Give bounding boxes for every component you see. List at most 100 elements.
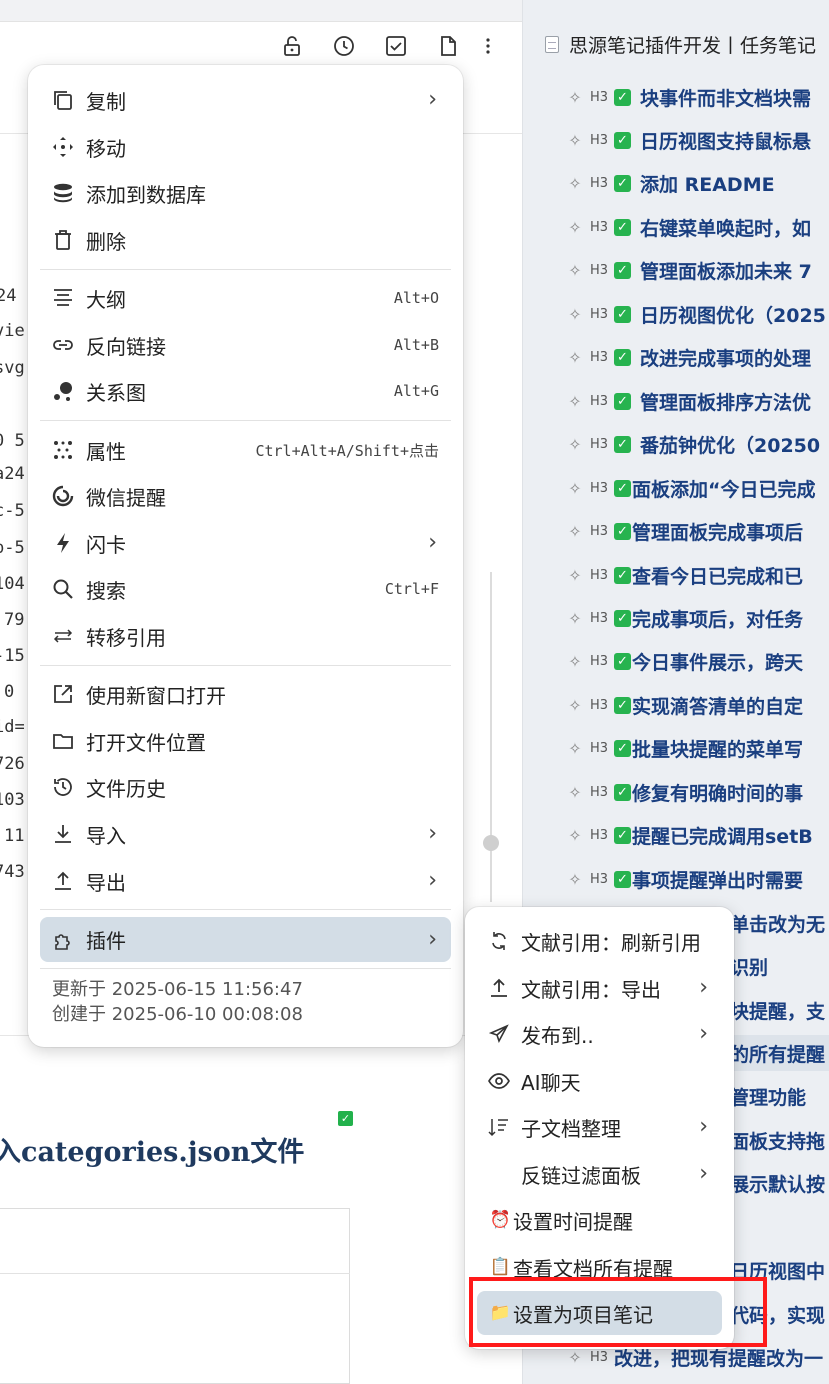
outline-item[interactable]: 单击改为无 — [730, 908, 829, 938]
outline-item[interactable]: 块提醒，支 — [730, 995, 829, 1025]
menu-item-open-file-location[interactable]: 打开文件位置 — [40, 721, 451, 761]
outline-item[interactable]: ✧ H3 ✓ 日历视图优化（2025 — [566, 299, 829, 329]
outline-item[interactable]: ✧ H3 ✓ 查看今日已完成和已 — [566, 560, 829, 590]
outline-item[interactable]: 识别 — [730, 951, 829, 981]
drag-handle-icon[interactable]: ✧ — [566, 870, 584, 889]
checkbox-checked-icon[interactable]: ✓ — [614, 435, 631, 453]
drag-handle-icon[interactable]: ✧ — [566, 609, 584, 628]
submenu-item-set-reminder[interactable]: ⏰ 设置时间提醒 — [477, 1198, 722, 1242]
outline-item[interactable]: ✧ H3 ✓ 修复有明确时间的事 — [566, 777, 829, 807]
drag-handle-icon[interactable]: ✧ — [566, 88, 584, 107]
clock-icon[interactable] — [318, 30, 370, 62]
drag-handle-icon[interactable]: ✧ — [566, 783, 584, 802]
submenu-item-subdoc-organize[interactable]: 子文档整理 › — [477, 1105, 722, 1149]
editor-scrollbar-thumb[interactable] — [483, 835, 499, 851]
drag-handle-icon[interactable]: ✧ — [566, 174, 584, 193]
menu-item-move[interactable]: 移动 — [40, 127, 451, 167]
checkbox-checked-icon[interactable]: ✓ — [614, 739, 631, 757]
document-icon[interactable] — [422, 30, 474, 62]
drag-handle-icon[interactable]: ✧ — [566, 1348, 584, 1367]
outline-item[interactable]: ✧ H3 ✓ 事项提醒弹出时需要 — [566, 864, 829, 894]
checkbox-checked-icon[interactable]: ✓ — [614, 652, 631, 670]
outline-item[interactable]: 管理功能 — [730, 1081, 829, 1111]
outline-item[interactable]: ✧ H3 ✓ 完成事项后，对任务 — [566, 603, 829, 633]
menu-item-copy[interactable]: 复制 › — [40, 80, 451, 120]
checkbox-checked-icon[interactable]: ✓ — [614, 392, 631, 410]
outline-item[interactable]: ✧ H3 ✓ 添加 README — [566, 168, 829, 198]
outline-item[interactable]: ✧ H3 ✓ 日历视图支持鼠标悬 — [566, 125, 829, 155]
menu-item-export[interactable]: 导出 › — [40, 861, 451, 901]
checkbox-checked-icon[interactable]: ✓ — [614, 131, 631, 149]
checkbox-checked-icon[interactable]: ✓ — [614, 305, 631, 323]
drag-handle-icon[interactable]: ✧ — [566, 392, 584, 411]
checkbox-checked-icon[interactable]: ✓ — [614, 696, 631, 714]
editor-scrollbar-track[interactable] — [490, 572, 492, 902]
checkbox-checked-icon[interactable]: ✓ — [614, 826, 631, 844]
outline-item[interactable]: ✧ H3 ✓ 改进完成事项的处理 — [566, 342, 829, 372]
outline-item[interactable]: ✧ H3 ✓ 批量块提醒的菜单写 — [566, 733, 829, 763]
drag-handle-icon[interactable]: ✧ — [566, 131, 584, 150]
outline-item[interactable]: ✧ H3 ✓ 右键菜单唤起时，如 — [566, 212, 829, 242]
outline-item[interactable]: ✧ H3 ✓ 管理面板完成事项后 — [566, 516, 829, 546]
heading-h3-icon: H3 — [589, 523, 609, 539]
menu-item-plugins[interactable]: 插件 › — [40, 917, 451, 962]
drag-handle-icon[interactable]: ✧ — [566, 218, 584, 237]
unlock-icon[interactable] — [266, 30, 318, 62]
drag-handle-icon[interactable]: ✧ — [566, 696, 584, 715]
menu-item-search[interactable]: 搜索 Ctrl+F — [40, 569, 451, 609]
drag-handle-icon[interactable]: ✧ — [566, 739, 584, 758]
outline-item[interactable]: 面板支持拖 — [730, 1125, 829, 1155]
checkbox-checked-icon[interactable]: ✓ — [614, 783, 631, 801]
menu-item-delete[interactable]: 删除 — [40, 220, 451, 260]
menu-item-import[interactable]: 导入 › — [40, 814, 451, 854]
submenu-item-export-citations[interactable]: 文献引用：导出 › — [477, 966, 722, 1010]
outline-item[interactable]: 展示默认按 — [730, 1168, 829, 1198]
checkbox-checked-icon[interactable]: ✓ — [614, 870, 631, 888]
drag-handle-icon[interactable]: ✧ — [566, 652, 584, 671]
checkbox-checked-icon[interactable]: ✓ — [614, 261, 631, 279]
outline-item[interactable]: ✧ H3 ✓ 管理面板排序方法优 — [566, 386, 829, 416]
checkbox-checked-icon[interactable]: ✓ — [614, 609, 631, 627]
outline-item[interactable]: ✧ H3 ✓ 实现滴答清单的自定 — [566, 690, 829, 720]
checkbox-checked-icon[interactable]: ✓ — [614, 218, 631, 236]
task-checkbox[interactable]: ✓ — [338, 1111, 353, 1126]
menu-item-add-to-database[interactable]: 添加到数据库 — [40, 173, 451, 213]
menu-item-flashcard[interactable]: 闪卡 › — [40, 523, 451, 563]
menu-item-open-new-window[interactable]: 使用新窗口打开 — [40, 674, 451, 714]
submenu-item-refresh-citations[interactable]: 文献引用：刷新引用 — [477, 919, 722, 963]
checkbox-checked-icon[interactable]: ✓ — [614, 566, 631, 584]
checkbox-checked-icon[interactable]: ✓ — [614, 522, 631, 540]
menu-item-wechat-reminder[interactable]: 微信提醒 — [40, 476, 451, 516]
checkbox-checked-icon[interactable]: ✓ — [614, 348, 631, 366]
checkbox-icon[interactable] — [370, 30, 422, 62]
submenu-item-publish-to[interactable]: 发布到.. › — [477, 1012, 722, 1056]
menu-item-graph[interactable]: 关系图 Alt+G — [40, 371, 451, 411]
outline-item[interactable]: 的所有提醒 — [730, 1038, 829, 1068]
submenu-item-ai-chat[interactable]: AI聊天 — [477, 1059, 722, 1103]
drag-handle-icon[interactable]: ✧ — [566, 305, 584, 324]
drag-handle-icon[interactable]: ✧ — [566, 348, 584, 367]
outline-item[interactable]: ✧ H3 ✓ 今日事件展示，跨天 — [566, 646, 829, 676]
drag-handle-icon[interactable]: ✧ — [566, 261, 584, 280]
menu-item-file-history[interactable]: 文件历史 — [40, 767, 451, 807]
checkbox-checked-icon[interactable]: ✓ — [614, 174, 631, 192]
menu-item-transfer-ref[interactable]: 转移引用 — [40, 616, 451, 656]
checkbox-checked-icon[interactable]: ✓ — [614, 88, 631, 106]
menu-item-outline[interactable]: 大纲 Alt+O — [40, 278, 451, 318]
submenu-item-backlink-filter[interactable]: 反链过滤面板 › — [477, 1152, 722, 1196]
outline-doc-title[interactable]: 思源笔记插件开发丨任务笔记 — [545, 31, 816, 58]
outline-item[interactable]: ✧ H3 ✓ 番茄钟优化（20250 — [566, 429, 829, 459]
menu-item-backlinks[interactable]: 反向链接 Alt+B — [40, 325, 451, 365]
drag-handle-icon[interactable]: ✧ — [566, 826, 584, 845]
drag-handle-icon[interactable]: ✧ — [566, 479, 584, 498]
drag-handle-icon[interactable]: ✧ — [566, 522, 584, 541]
drag-handle-icon[interactable]: ✧ — [566, 566, 584, 585]
outline-item[interactable]: ✧ H3 ✓ 管理面板添加未来 7 — [566, 255, 829, 285]
outline-item[interactable]: ✧ H3 ✓ 提醒已完成调用setB — [566, 820, 829, 850]
checkbox-checked-icon[interactable]: ✓ — [614, 479, 631, 497]
outline-item[interactable]: ✧ H3 ✓ 块事件而非文档块需 — [566, 82, 829, 112]
drag-handle-icon[interactable]: ✧ — [566, 435, 584, 454]
more-icon[interactable] — [474, 30, 502, 62]
menu-item-attributes[interactable]: 属性 Ctrl+Alt+A/Shift+点击 — [40, 430, 451, 470]
outline-item[interactable]: ✧ H3 ✓ 面板添加“今日已完成 — [566, 473, 829, 503]
